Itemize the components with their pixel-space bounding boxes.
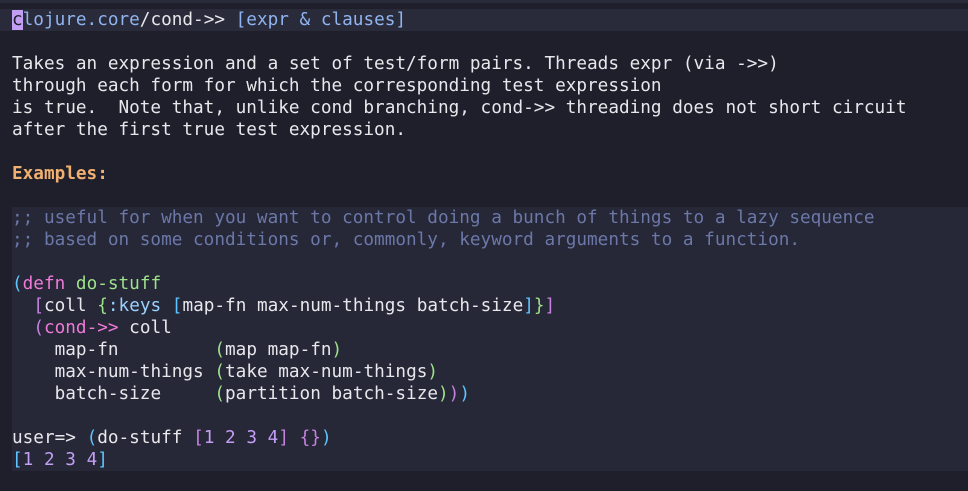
doc-line-4: after the first true test expression. (12, 120, 407, 140)
arg-coll: coll (43, 296, 87, 316)
vec-item: 3 (246, 428, 258, 448)
clause-close: ) (331, 340, 343, 360)
repl-result-line: [1 2 3 4] (12, 450, 108, 470)
vec-item: 4 (267, 428, 279, 448)
result-item: 3 (65, 450, 76, 470)
doc-signature: clojure.core/cond->> [expr & clauses] (12, 9, 406, 31)
result-item: 2 (43, 450, 55, 470)
code-args-line: [coll {:keys [map-fn max-num-things batc… (33, 296, 556, 316)
clause-fn: map (225, 340, 257, 360)
defn-keyword: defn (22, 274, 66, 294)
clause-pad (161, 384, 214, 404)
defn-name: do-stuff (75, 274, 162, 294)
code-clause-3: batch-size (partition batch-size))) (54, 384, 470, 404)
clause-pad (119, 340, 215, 360)
clause-close: ) (427, 362, 439, 382)
doc-line-3: is true. Note that, unlike cond branchin… (12, 98, 907, 118)
code-comment-1: ;; useful for when you want to control d… (12, 208, 875, 228)
namespace: lojure.core (22, 10, 140, 30)
text-cursor: c (12, 10, 23, 30)
clause-test: map-fn (54, 340, 119, 360)
code-defn-line: (defn do-stuff (12, 274, 162, 294)
cond-coll: coll (129, 318, 172, 338)
repl-call: do-stuff (97, 428, 183, 448)
destructure-list: map-fn max-num-things batch-size (182, 296, 524, 316)
vec-item: 1 (203, 428, 215, 448)
keys-keyword: :keys (107, 296, 162, 316)
ns-separator: / (139, 10, 151, 30)
clause-fn: partition (225, 384, 321, 404)
code-comment-2: ;; based on some conditions or, commonly… (12, 230, 801, 250)
code-clause-1: map-fn (map map-fn) (54, 340, 343, 360)
clause-arg: max-num-things (278, 362, 428, 382)
clause-arg: map-fn (267, 340, 332, 360)
doc-line-1: Takes an expression and a set of test/fo… (12, 54, 779, 74)
repl-input-line: user=> (do-stuff [1 2 3 4] {}) (12, 428, 332, 448)
doc-line-2: through each form for which the correspo… (12, 76, 662, 96)
repl-prompt: user=> (12, 428, 76, 448)
clause-fn: take (225, 362, 268, 382)
result-item: 1 (22, 450, 34, 470)
arglist: [expr & clauses] (235, 10, 407, 30)
result-item: 4 (86, 450, 98, 470)
function-name: cond->> (150, 10, 225, 30)
examples-heading: Examples: (12, 164, 108, 184)
code-clause-2: max-num-things (take max-num-things) (54, 362, 439, 382)
clause-arg: batch-size (331, 384, 439, 404)
clause-test: batch-size (54, 384, 162, 404)
cond-keyword: cond->> (43, 318, 119, 338)
clause-pad (204, 362, 215, 382)
repl-map: {} (299, 428, 321, 448)
code-cond-line: (cond->> coll (33, 318, 172, 338)
top-strip (0, 0, 968, 3)
clause-test: max-num-things (54, 362, 204, 382)
vec-item: 2 (225, 428, 236, 448)
